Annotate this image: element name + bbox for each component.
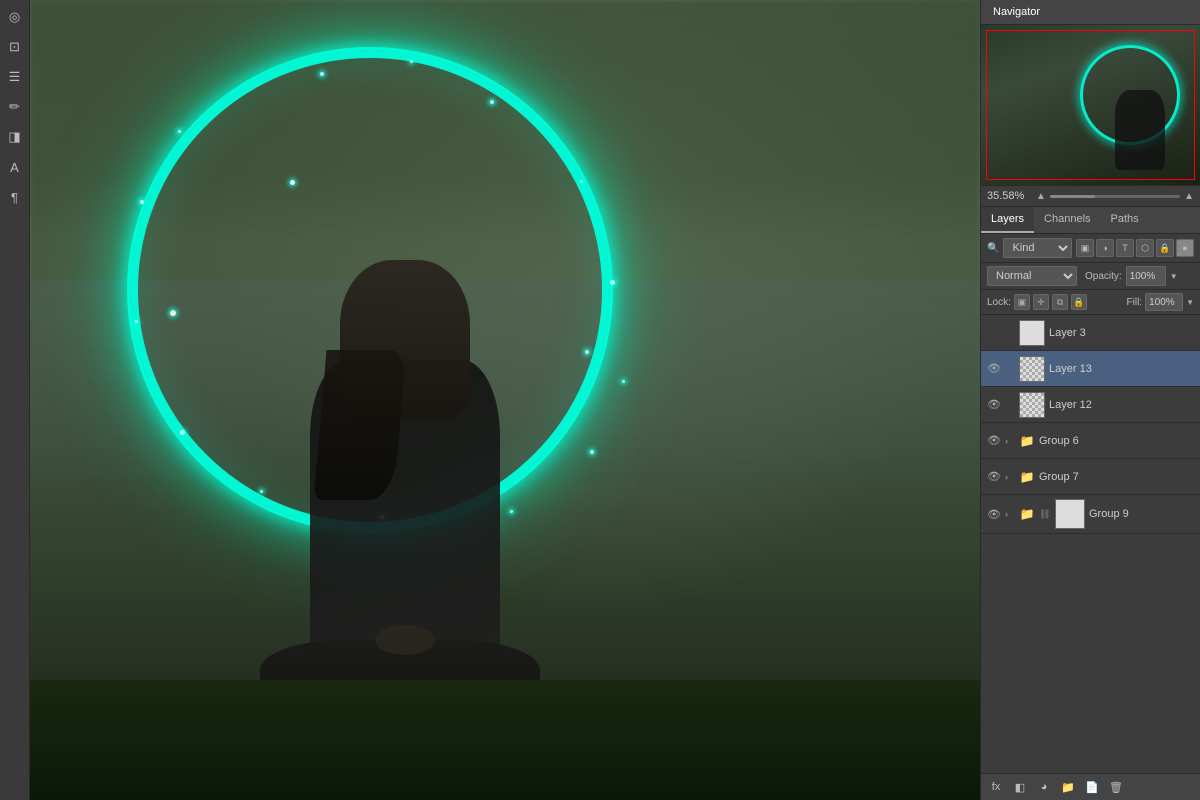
- expand-group6[interactable]: ›: [1005, 436, 1015, 446]
- layer-name-group6: Group 6: [1039, 435, 1194, 447]
- navigator-header: Navigator: [981, 0, 1200, 25]
- fill-input[interactable]: [1145, 293, 1183, 311]
- expand-group7[interactable]: ›: [1005, 472, 1015, 482]
- thumb-layer3: [1019, 320, 1045, 346]
- visibility-group6[interactable]: 👁: [987, 434, 1001, 448]
- fill-label: Fill:: [1127, 297, 1143, 308]
- type-icon[interactable]: A: [4, 156, 26, 178]
- delete-layer-button[interactable]: 🗑: [1107, 778, 1125, 796]
- navigator-icon[interactable]: ◎: [4, 6, 26, 28]
- chain-icon-group9: ⛓: [1039, 509, 1051, 520]
- right-panel: Navigator 35.58% ▲ ▲: [980, 0, 1200, 800]
- layer-item-layer13[interactable]: 👁 Layer 13: [981, 351, 1200, 387]
- layer-item-layer3[interactable]: Layer 3: [981, 315, 1200, 351]
- navigator-tab[interactable]: Navigator: [989, 4, 1044, 20]
- canvas-area: [30, 0, 980, 800]
- thumb-group9: [1055, 499, 1085, 529]
- thumb-layer12: [1019, 392, 1045, 418]
- navigator-panel: Navigator: [981, 0, 1200, 186]
- opacity-chevron[interactable]: ▼: [1170, 272, 1178, 281]
- layer-name-layer12: Layer 12: [1049, 399, 1194, 411]
- filter-adjust-button[interactable]: ◑: [1096, 239, 1114, 257]
- gradient-icon[interactable]: ◨: [4, 126, 26, 148]
- scene-bg: [30, 0, 980, 800]
- zoom-slider[interactable]: [1050, 195, 1180, 198]
- filter-pixel-button[interactable]: ▣: [1076, 239, 1094, 257]
- layers-list: Layer 3 👁 Layer 13 👁 Layer 12: [981, 315, 1200, 773]
- lock-all-button[interactable]: 🔒: [1071, 294, 1087, 310]
- layers-bottom-toolbar: fx ◧ ◕ 📁 📄 🗑: [981, 773, 1200, 800]
- filter-toggle-button[interactable]: ●: [1176, 239, 1194, 257]
- filter-type-button[interactable]: T: [1116, 239, 1134, 257]
- canvas-image: [30, 0, 980, 800]
- layer-name-layer13: Layer 13: [1049, 363, 1194, 375]
- layer-item-group7[interactable]: 👁 › 📁 Group 7: [981, 459, 1200, 495]
- blend-mode-row: Normal Opacity: ▼: [981, 263, 1200, 290]
- blend-mode-dropdown[interactable]: Normal: [987, 266, 1077, 286]
- tab-layers[interactable]: Layers: [981, 207, 1034, 233]
- visibility-layer13[interactable]: 👁: [987, 362, 1001, 376]
- fx-button[interactable]: fx: [987, 778, 1005, 796]
- layers-tabs: Layers Channels Paths: [981, 207, 1200, 234]
- person-figure: [230, 240, 580, 740]
- filter-icons: ▣ ◑ T ⬡ 🔒 ●: [1076, 239, 1194, 257]
- expand-group9[interactable]: ›: [1005, 509, 1015, 519]
- lock-pixels-button[interactable]: ▣: [1014, 294, 1030, 310]
- paragraph-icon[interactable]: ¶: [4, 186, 26, 208]
- layer-name-group9: Group 9: [1089, 508, 1194, 520]
- search-icon: 🔍: [987, 243, 999, 254]
- zoom-increase-button[interactable]: ▲: [1184, 191, 1194, 202]
- lock-position-button[interactable]: ✛: [1033, 294, 1049, 310]
- new-layer-button[interactable]: 📄: [1083, 778, 1101, 796]
- brush-icon[interactable]: ✏: [4, 96, 26, 118]
- adjustment-icon[interactable]: ☰: [4, 66, 26, 88]
- fill-chevron[interactable]: ▼: [1186, 298, 1194, 307]
- adjustment-button[interactable]: ◕: [1035, 778, 1053, 796]
- visibility-group9[interactable]: 👁: [987, 507, 1001, 521]
- layer-item-group9[interactable]: 👁 › 📁 ⛓ Group 9: [981, 495, 1200, 534]
- layers-panel: Layers Channels Paths 🔍 Kind ▣ ◑ T ⬡ 🔒 ●: [981, 207, 1200, 800]
- layer-item-layer12[interactable]: 👁 Layer 12: [981, 387, 1200, 423]
- visibility-layer12[interactable]: 👁: [987, 398, 1001, 412]
- filter-shape-button[interactable]: ⬡: [1136, 239, 1154, 257]
- layer-name-layer3: Layer 3: [1049, 327, 1194, 339]
- layer-item-group6[interactable]: 👁 › 📁 Group 6: [981, 423, 1200, 459]
- layer-name-group7: Group 7: [1039, 471, 1194, 483]
- tab-channels[interactable]: Channels: [1034, 207, 1100, 233]
- lock-label: Lock:: [987, 297, 1011, 308]
- filter-row: 🔍 Kind ▣ ◑ T ⬡ 🔒 ●: [981, 234, 1200, 263]
- grass: [30, 680, 980, 800]
- zoom-decrease-button[interactable]: ▲: [1036, 191, 1046, 202]
- visibility-group7[interactable]: 👁: [987, 470, 1001, 484]
- zoom-bar: 35.58% ▲ ▲: [981, 186, 1200, 207]
- folder-icon-group6: 📁: [1019, 433, 1035, 449]
- mask-button[interactable]: ◧: [1011, 778, 1029, 796]
- lock-artboard-button[interactable]: ⧉: [1052, 294, 1068, 310]
- zoom-value: 35.58%: [987, 190, 1032, 202]
- filter-dropdown[interactable]: Kind: [1003, 238, 1072, 258]
- crop-icon[interactable]: ⊡: [4, 36, 26, 58]
- filter-smart-button[interactable]: 🔒: [1156, 239, 1174, 257]
- tools-sidebar: ◎ ⊡ ☰ ✏ ◨ A ¶: [0, 0, 30, 800]
- visibility-layer3[interactable]: [987, 326, 1001, 340]
- tab-paths[interactable]: Paths: [1101, 207, 1149, 233]
- opacity-input[interactable]: [1126, 266, 1166, 286]
- lock-row: Lock: ▣ ✛ ⧉ 🔒 Fill: ▼: [981, 290, 1200, 315]
- folder-icon-group7: 📁: [1019, 469, 1035, 485]
- navigator-preview[interactable]: [981, 25, 1200, 185]
- folder-icon-group9: 📁: [1019, 506, 1035, 522]
- app-container: ◎ ⊡ ☰ ✏ ◨ A ¶: [0, 0, 1200, 800]
- new-group-button[interactable]: 📁: [1059, 778, 1077, 796]
- opacity-label: Opacity:: [1085, 271, 1122, 282]
- thumb-layer13: [1019, 356, 1045, 382]
